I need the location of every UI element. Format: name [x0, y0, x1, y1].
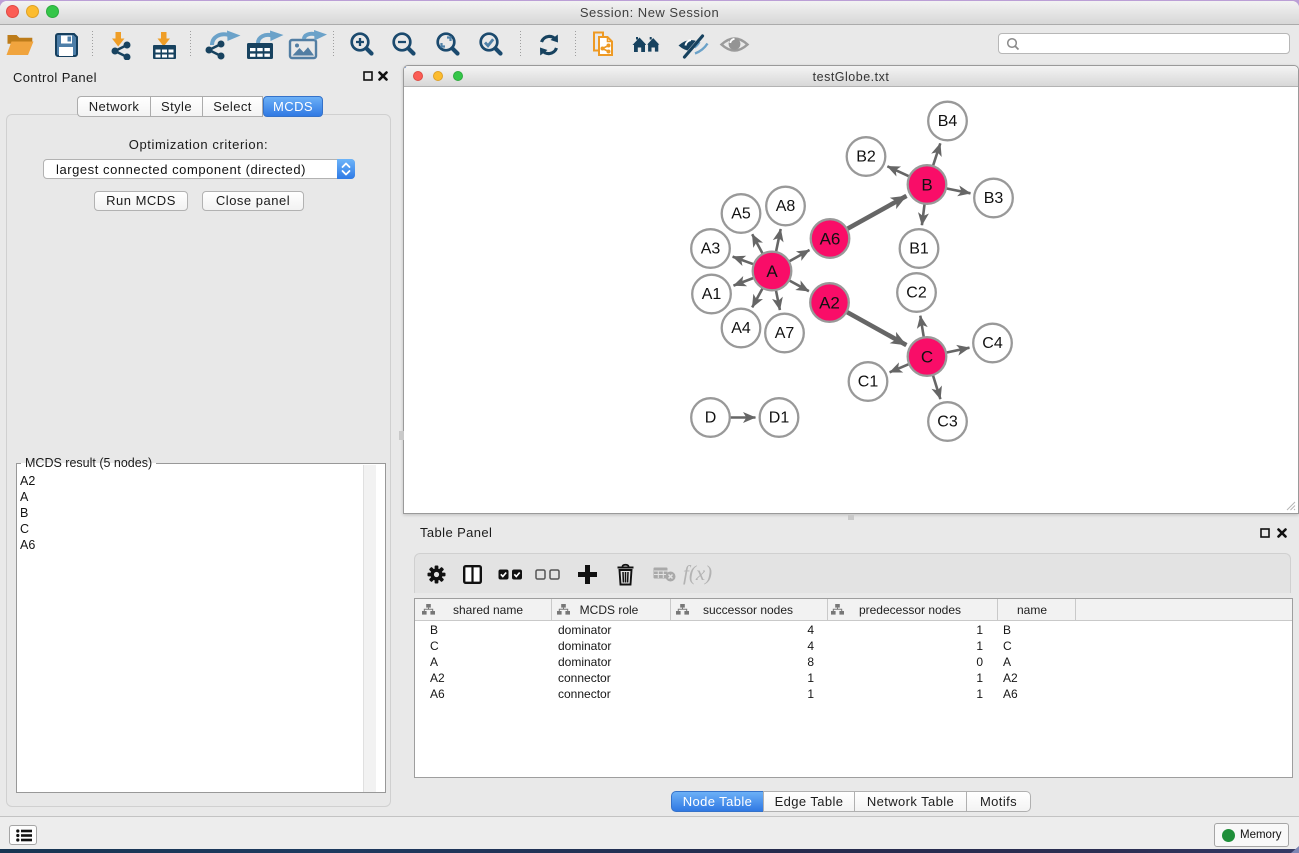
svg-text:B2: B2 [856, 149, 876, 166]
svg-text:C4: C4 [982, 335, 1003, 352]
svg-text:C1: C1 [858, 374, 879, 391]
svg-text:D: D [705, 410, 717, 427]
svg-text:D1: D1 [769, 410, 790, 427]
svg-text:C: C [921, 348, 933, 367]
svg-text:C2: C2 [906, 285, 927, 302]
svg-text:A8: A8 [776, 198, 796, 215]
svg-text:A1: A1 [702, 286, 722, 303]
svg-text:A4: A4 [731, 320, 751, 337]
svg-text:A7: A7 [775, 325, 795, 342]
svg-text:B: B [921, 176, 932, 195]
svg-text:B3: B3 [984, 190, 1004, 207]
svg-text:B1: B1 [909, 241, 929, 258]
svg-text:A3: A3 [701, 241, 721, 258]
svg-text:B4: B4 [938, 113, 958, 130]
svg-text:A: A [766, 262, 778, 281]
svg-text:C3: C3 [937, 414, 958, 431]
svg-text:A2: A2 [819, 294, 840, 313]
svg-text:A5: A5 [731, 206, 751, 223]
svg-text:A6: A6 [820, 230, 841, 249]
